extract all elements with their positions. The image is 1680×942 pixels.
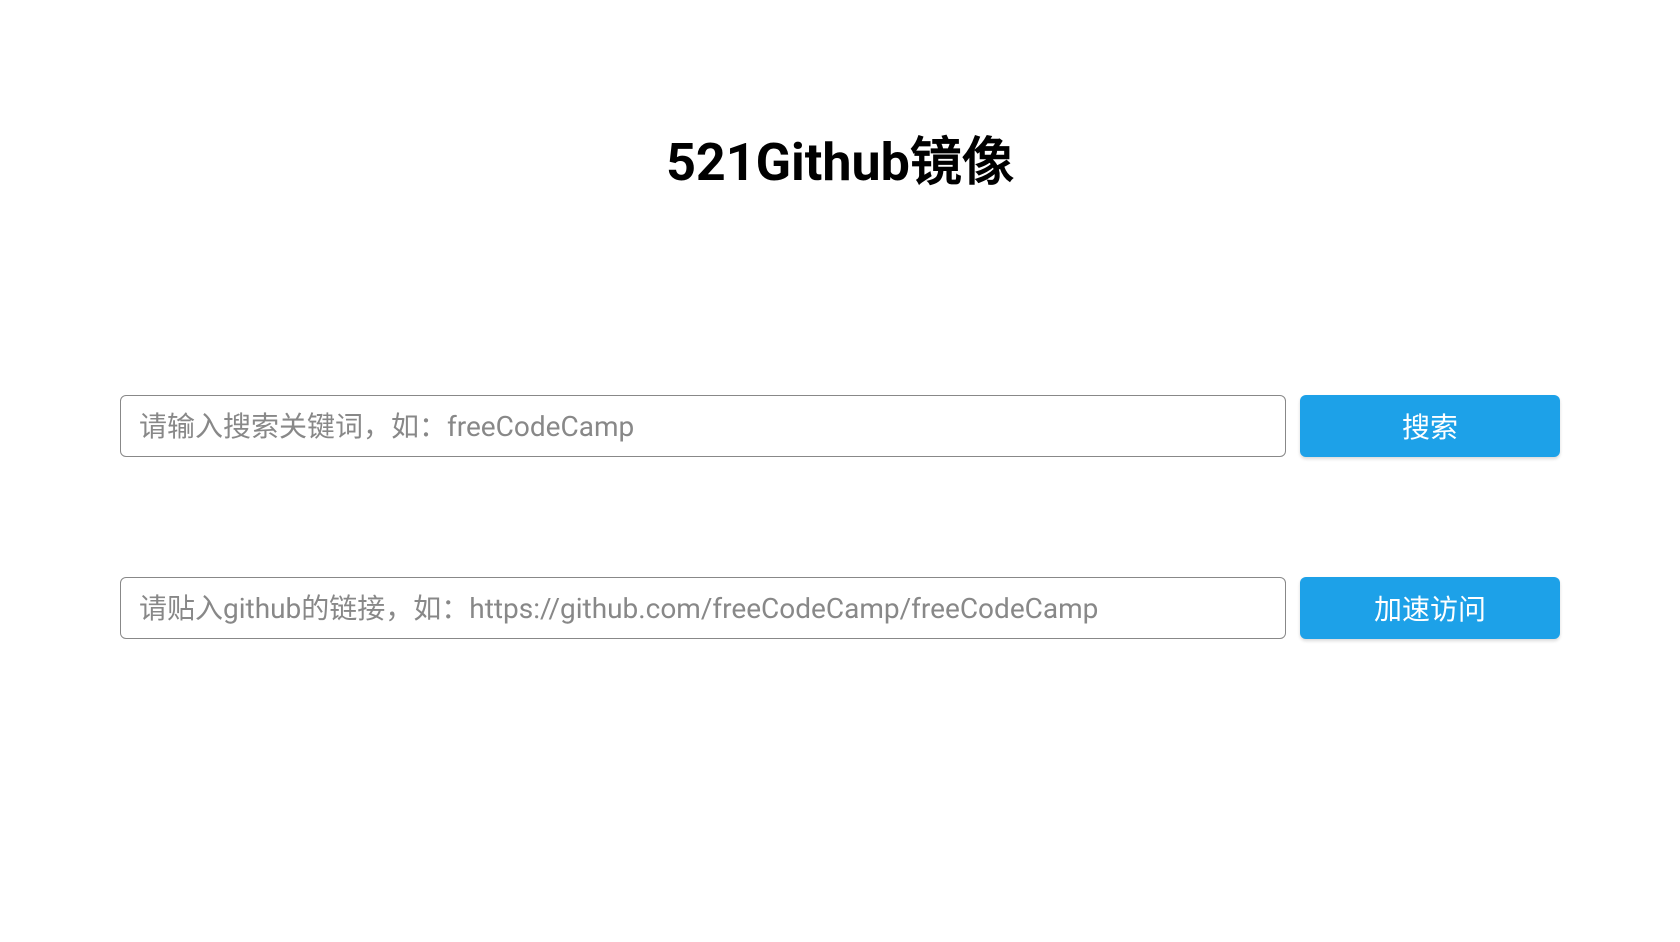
github-link-input[interactable] bbox=[120, 577, 1286, 639]
accelerate-row: 加速访问 bbox=[120, 577, 1560, 639]
search-row: 搜索 bbox=[120, 395, 1560, 457]
page-title: 521Github镜像 bbox=[120, 120, 1560, 195]
search-input[interactable] bbox=[120, 395, 1286, 457]
search-button[interactable]: 搜索 bbox=[1300, 395, 1560, 457]
accelerate-button[interactable]: 加速访问 bbox=[1300, 577, 1560, 639]
